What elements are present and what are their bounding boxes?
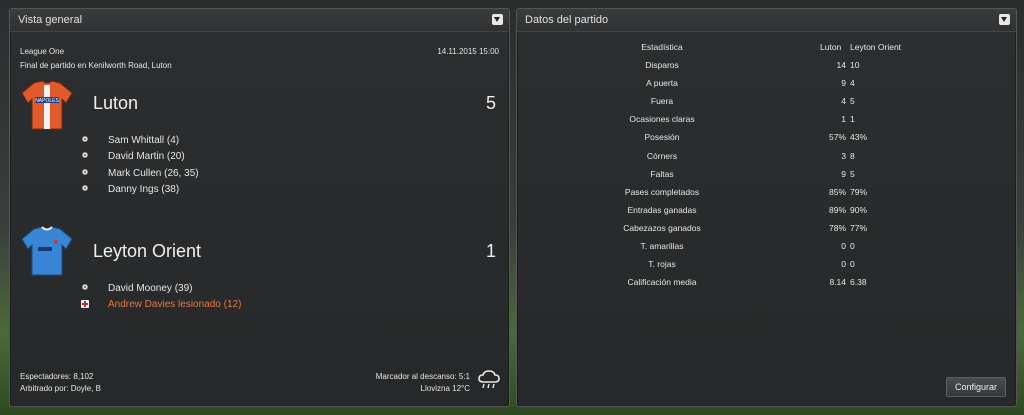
home-event-text: Sam Whittall (4) [108, 135, 180, 146]
stat-label: T. rojas [648, 259, 676, 270]
match-stats-panel: Datos del partido Estadística Luton Leyt… [516, 8, 1017, 407]
stat-label: Calificación media [627, 277, 697, 288]
overview-panel-title: Vista general [18, 14, 83, 26]
stat-home-value: 9 [841, 78, 846, 89]
stat-away-value: 0 [850, 241, 855, 251]
stat-label: Pases completados [624, 186, 700, 197]
stat-label: Faltas [650, 168, 674, 179]
stat-away-value: 5 [850, 96, 855, 107]
stat-home-value: 0 [841, 259, 846, 270]
stat-away-value: 8 [850, 150, 855, 161]
stat-label: Córners [646, 150, 678, 161]
stat-home-value: 8.14 [829, 277, 846, 288]
home-event-text: David Martin (20) [108, 151, 185, 162]
rain-cloud-icon [477, 369, 501, 391]
stats-header-label: Estadística [641, 42, 683, 52]
stat-label: T. amarillas [640, 241, 684, 251]
home-team-name: Luton [93, 93, 139, 113]
stat-home-value: 9 [841, 168, 846, 179]
stat-away-value: 43% [850, 132, 868, 143]
away-injury-text: Andrew Davies lesionado (12) [108, 299, 242, 310]
away-team-score: 1 [485, 241, 496, 261]
stat-home-value: 85% [828, 186, 846, 197]
stat-home-value: 78% [828, 222, 846, 233]
stats-header-home: Luton [820, 42, 842, 52]
home-team-shirt-icon: NAPOLES [20, 79, 74, 133]
halftime-score-text: Marcador al descanso: 5:1 [375, 372, 470, 381]
stat-away-value: 5 [850, 168, 855, 179]
stats-dropdown-icon[interactable] [999, 14, 1010, 25]
competition-label: League One [20, 47, 65, 56]
overview-panel-header: Vista general [10, 9, 509, 32]
stats-panel-title: Datos del partido [525, 14, 609, 26]
ball-icon [82, 169, 88, 175]
stat-label: Fuera [650, 96, 674, 107]
referee-text: Arbitrado por: Doyle, B [20, 384, 101, 393]
home-event-text: Mark Cullen (26, 35) [108, 168, 199, 179]
ball-icon [82, 152, 88, 158]
overview-dropdown-icon[interactable] [492, 14, 503, 25]
ball-icon [82, 284, 88, 290]
stat-away-value: 79% [850, 186, 868, 197]
stat-home-value: 4 [841, 96, 846, 107]
stat-home-value: 89% [828, 204, 846, 215]
stat-label: Disparos [645, 60, 679, 70]
stat-label: Ocasiones claras [629, 114, 695, 125]
stat-away-value: 90% [850, 204, 868, 215]
injury-icon [81, 300, 89, 308]
match-datetime: 14.11.2015 15:00 [437, 47, 499, 56]
away-team-shirt-icon [20, 225, 74, 279]
stat-label: A puerta [646, 78, 678, 89]
match-overview-panel: Vista general League One 14.11.2015 15:0… [9, 8, 510, 407]
ball-icon [82, 185, 88, 191]
weather-text: Llovizna 12°C [420, 384, 470, 393]
stat-label: Entradas ganadas [627, 204, 697, 215]
stat-away-value: 1 [850, 114, 855, 125]
home-team-score: 5 [485, 93, 496, 113]
stat-home-value: 3 [841, 150, 846, 161]
ball-icon [82, 136, 88, 142]
home-shirt-sponsor: NAPOLES [35, 98, 59, 104]
stat-away-value: 77% [850, 222, 868, 233]
home-event-text: Danny Ings (38) [108, 184, 180, 195]
stat-away-value: 4 [850, 78, 855, 89]
stats-header-away: Leyton Orient [850, 42, 902, 52]
stat-home-value: 14 [836, 60, 846, 70]
match-status-venue: Final de partido en Kenilworth Road, Lut… [20, 61, 172, 70]
stat-home-value: 57% [828, 132, 846, 143]
stats-panel-header: Datos del partido [517, 9, 1016, 32]
stat-away-value: 0 [850, 259, 855, 270]
stat-away-value: 6.38 [850, 277, 867, 288]
configure-button[interactable]: Configurar [946, 377, 1006, 397]
away-team-name: Leyton Orient [93, 241, 202, 261]
stat-label: Cabezazos ganados [623, 222, 701, 233]
stat-home-value: 0 [841, 241, 846, 251]
attendance-text: Espectadores: 8,102 [20, 372, 94, 381]
stat-away-value: 10 [850, 60, 860, 70]
stat-label: Posesión [644, 132, 680, 143]
away-event-text: David Mooney (39) [108, 283, 193, 294]
stat-home-value: 1 [841, 114, 846, 125]
